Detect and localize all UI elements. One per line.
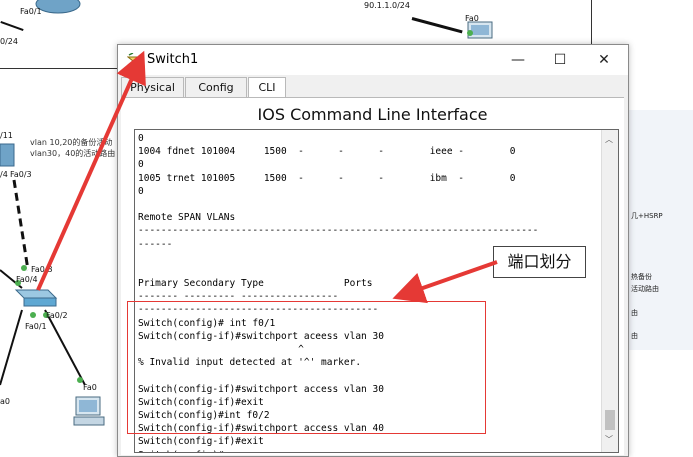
- terminal-line: Remote SPAN VLANs: [138, 212, 236, 224]
- terminal-line: 1004 fdnet 101004 1500 - - - ieee - 0: [138, 146, 516, 158]
- annotation-callout: 端口划分: [493, 246, 586, 278]
- terminal-line: 0: [138, 159, 144, 171]
- divider-line-right: [591, 0, 592, 44]
- terminal-line: Switch(config)#: [138, 449, 598, 453]
- close-button[interactable]: ✕: [581, 45, 627, 75]
- annotation-highlight-box: [127, 301, 486, 434]
- vlan-note: vlan 10,20的备份活动 vlan30，40的活动路由: [30, 137, 115, 159]
- scroll-down-icon[interactable]: ﹀: [605, 434, 613, 445]
- tab-config[interactable]: Config: [185, 77, 247, 97]
- link-line: [0, 20, 24, 32]
- terminal-line: Primary Secondary Type Ports: [138, 278, 373, 290]
- right-note-4: 由: [631, 309, 638, 317]
- port-label-fa01: Fa0/1: [25, 322, 47, 331]
- divider-line: [0, 68, 117, 69]
- window-titlebar[interactable]: Switch1 — ☐ ✕: [118, 45, 628, 75]
- tab-cli[interactable]: CLI: [248, 77, 286, 98]
- right-notes-panel: 几+HSRP 热备份 活动路由 由 由: [628, 110, 693, 350]
- maximize-button[interactable]: ☐: [537, 45, 583, 75]
- port-label-fa02: Fa0/2: [46, 311, 68, 320]
- subnet-label-right: 90.1.1.0/24: [364, 1, 410, 10]
- terminal-line: ----------------------------------------…: [138, 225, 539, 237]
- port-label-fa04: Fa0/4: [16, 275, 38, 284]
- multilayer-switch-icon[interactable]: [0, 142, 20, 168]
- scroll-up-icon[interactable]: ︿: [605, 134, 613, 145]
- link-line-right: [411, 17, 463, 34]
- cli-header: IOS Command Line Interface: [257, 105, 488, 124]
- switch-icon[interactable]: [12, 284, 60, 310]
- switch-app-icon: [127, 53, 143, 66]
- terminal-line: 0: [138, 185, 144, 197]
- right-note-1: 几+HSRP: [631, 212, 663, 220]
- scroll-thumb[interactable]: [605, 410, 615, 430]
- port-label-fa0-pc: Fa0: [83, 383, 97, 392]
- port-label-a0: a0: [0, 397, 10, 406]
- port-label-11: /11: [0, 131, 13, 140]
- link-label-fa01-top: Fa0/1: [20, 7, 42, 16]
- pc-icon[interactable]: [72, 395, 106, 429]
- minimize-button[interactable]: —: [495, 45, 541, 75]
- terminal-line: 1005 trnet 101005 1500 - - - ibm - 0: [138, 172, 516, 184]
- terminal-line: Switch(config-if)#exit: [138, 436, 264, 448]
- port-label-fa03-b: Fa0/3: [31, 265, 53, 274]
- subnet-label-left: 0/24: [0, 37, 18, 46]
- vlan-note-line2: vlan30，40的活动路由: [30, 149, 116, 158]
- right-note-2: 热备份: [631, 273, 652, 281]
- terminal-scrollbar[interactable]: ︿ ﹀: [601, 130, 618, 452]
- vlan-note-line1: vlan 10,20的备份活动: [30, 138, 113, 147]
- right-note-5: 由: [631, 332, 638, 340]
- tab-physical[interactable]: Physical: [121, 77, 184, 97]
- window-title: Switch1: [147, 52, 199, 67]
- right-note-3: 活动路由: [631, 285, 659, 293]
- terminal-line: 0: [138, 133, 144, 144]
- pc-icon-right[interactable]: [466, 20, 496, 44]
